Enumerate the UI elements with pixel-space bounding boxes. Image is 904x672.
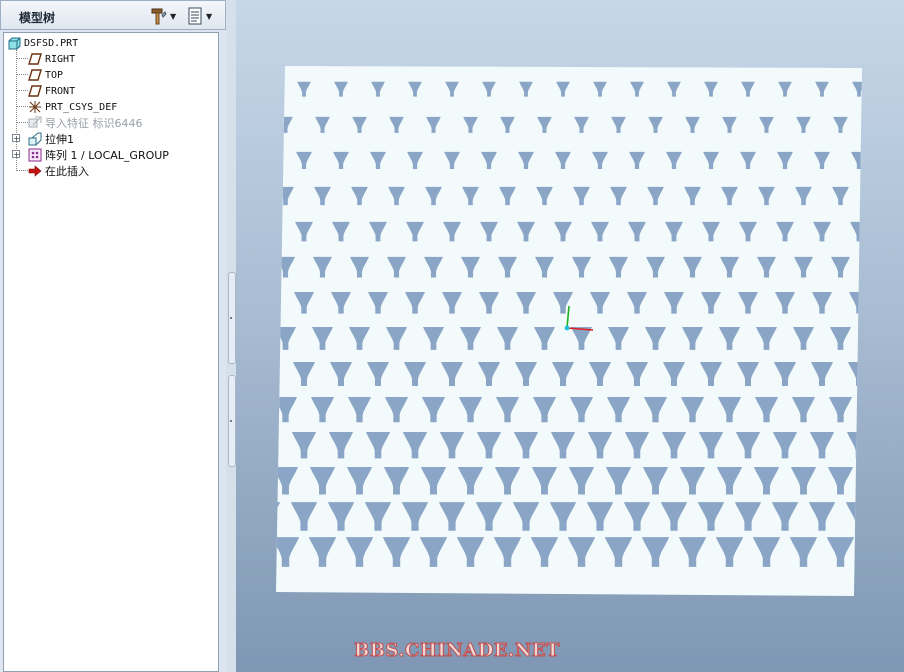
part-icon — [7, 36, 21, 50]
tree-settings-icon — [188, 7, 202, 25]
tree-item-import-feature[interactable]: 导入特征 标识6446 — [28, 115, 143, 131]
tri-cutout — [864, 537, 891, 567]
panel-splitter[interactable] — [226, 0, 236, 672]
tree-item-extrude[interactable]: 拉伸1 — [28, 131, 74, 147]
pattern-icon — [28, 148, 42, 162]
datum-plane-icon — [28, 68, 42, 82]
tree-item-label: TOP — [45, 69, 64, 81]
tree-item-label: PRT_CSYS_DEF — [45, 101, 118, 113]
tools-menu-button[interactable]: ▼ — [149, 6, 179, 26]
model-tree-header: 模型树 ▼ ▼ — [0, 0, 226, 30]
hammer-wrench-icon — [151, 8, 167, 25]
tree-item-top-plane[interactable]: TOP — [28, 67, 63, 83]
splitter-grip[interactable] — [228, 375, 236, 467]
expand-toggle[interactable]: + — [12, 150, 20, 159]
chevron-down-icon: ▼ — [206, 11, 213, 21]
tri-cutout — [258, 222, 276, 241]
tree-connector — [16, 58, 28, 59]
tri-cutout — [868, 257, 887, 278]
tree-item-insert-here[interactable]: 在此插入 — [28, 163, 89, 179]
model-tree: + + DSFSD.PRT RIGHT TOP FRONT PRT_CSYS_D… — [3, 32, 219, 672]
perforated-plate-model — [258, 66, 891, 596]
datum-plane-icon — [28, 84, 42, 98]
tri-cutout — [870, 117, 885, 133]
tri-cutout — [259, 152, 275, 169]
tree-item-label: FRONT — [45, 85, 76, 97]
z-axis-marker — [564, 325, 570, 331]
graphics-viewport[interactable]: BBS.CHINADE.NET — [236, 0, 904, 672]
tree-item-front-plane[interactable]: FRONT — [28, 83, 75, 99]
tree-connector — [16, 74, 28, 75]
datum-plane-icon — [28, 52, 42, 66]
csys-icon — [28, 100, 42, 114]
tree-settings-button[interactable]: ▼ — [187, 6, 217, 26]
tri-cutout — [866, 397, 889, 422]
expand-toggle[interactable]: + — [12, 134, 20, 143]
tree-item-label: 导入特征 标识6446 — [45, 117, 143, 130]
tree-connector — [16, 106, 28, 107]
tri-cutout — [865, 467, 890, 494]
tri-cutout — [276, 502, 281, 531]
import-feature-icon — [28, 116, 42, 130]
model-tree-panel: 模型树 ▼ ▼ + + DSFSD.PRT RIGHT TOP FRONT PR… — [0, 0, 236, 672]
tree-item-label: 阵列 1 / LOCAL_GROUP — [45, 149, 169, 162]
tree-item-csys[interactable]: PRT_CSYS_DEF — [28, 99, 117, 115]
tri-cutout — [869, 187, 886, 205]
tri-cutout — [276, 291, 277, 314]
extrude-icon — [28, 132, 42, 146]
tree-item-label: DSFSD.PRT — [24, 37, 79, 49]
tree-connector — [16, 170, 28, 171]
tree-item-right-plane[interactable]: RIGHT — [28, 51, 75, 67]
model-tree-title: 模型树 — [19, 11, 56, 25]
tree-item-label: RIGHT — [45, 53, 76, 65]
tri-cutout — [276, 361, 279, 387]
tri-cutout — [276, 432, 280, 459]
tree-item-pattern[interactable]: 阵列 1 / LOCAL_GROUP — [28, 147, 169, 163]
splitter-grip[interactable] — [228, 272, 236, 364]
tree-item-label: 拉伸1 — [45, 133, 74, 146]
chevron-down-icon: ▼ — [170, 11, 177, 21]
tri-cutout — [260, 82, 274, 97]
insert-here-arrow-icon — [28, 164, 42, 178]
tri-cutout — [867, 327, 888, 350]
tree-item-root-part[interactable]: DSFSD.PRT — [7, 35, 78, 51]
tree-connector — [16, 122, 28, 123]
tree-item-label: 在此插入 — [45, 165, 89, 178]
tree-connector — [16, 90, 28, 91]
watermark-text: BBS.CHINADE.NET — [354, 640, 560, 662]
